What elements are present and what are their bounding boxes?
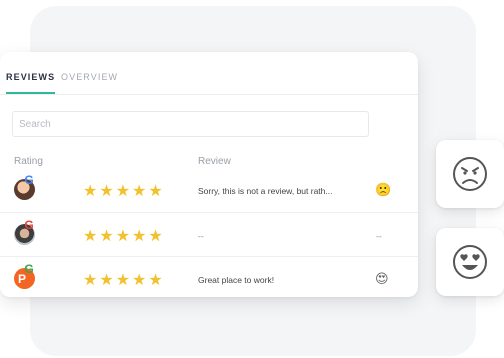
reaction-placeholder: --: [376, 231, 382, 241]
reviews-card: REVIEWS OVERVIEW Search Rating Review G …: [0, 52, 418, 297]
star-rating: ★★★★★: [83, 228, 165, 245]
review-text: Great place to work!: [198, 275, 275, 285]
star-rating: ★★★★★: [83, 183, 165, 200]
review-text: Sorry, this is not a review, but rath...: [198, 186, 333, 196]
sad-face-card[interactable]: [436, 140, 504, 208]
sad-face-icon: [453, 157, 487, 191]
heart-eyes-face-card[interactable]: [436, 228, 504, 296]
table-row[interactable]: P G ★★★★★ Great place to work! 😍: [0, 256, 418, 301]
tab-overview[interactable]: OVERVIEW: [61, 72, 118, 92]
review-text: --: [198, 231, 204, 241]
heart-eyes-face-icon[interactable]: 😍: [375, 271, 389, 287]
star-rating: ★★★★★: [83, 272, 165, 289]
google-icon: G: [24, 262, 34, 276]
column-header-rating: Rating: [14, 156, 43, 167]
column-header-review: Review: [198, 156, 231, 167]
table-row[interactable]: G ★★★★★ -- --: [0, 212, 418, 257]
google-icon: G: [24, 218, 34, 232]
google-icon: G: [24, 173, 34, 187]
neutral-face-icon[interactable]: 🙁: [375, 182, 391, 198]
tab-reviews[interactable]: REVIEWS: [6, 72, 56, 94]
tab-bar: REVIEWS OVERVIEW: [0, 52, 418, 95]
search-input[interactable]: Search: [12, 111, 369, 137]
table-row[interactable]: G ★★★★★ Sorry, this is not a review, but…: [0, 168, 418, 212]
heart-eyes-face-icon: [453, 245, 487, 279]
